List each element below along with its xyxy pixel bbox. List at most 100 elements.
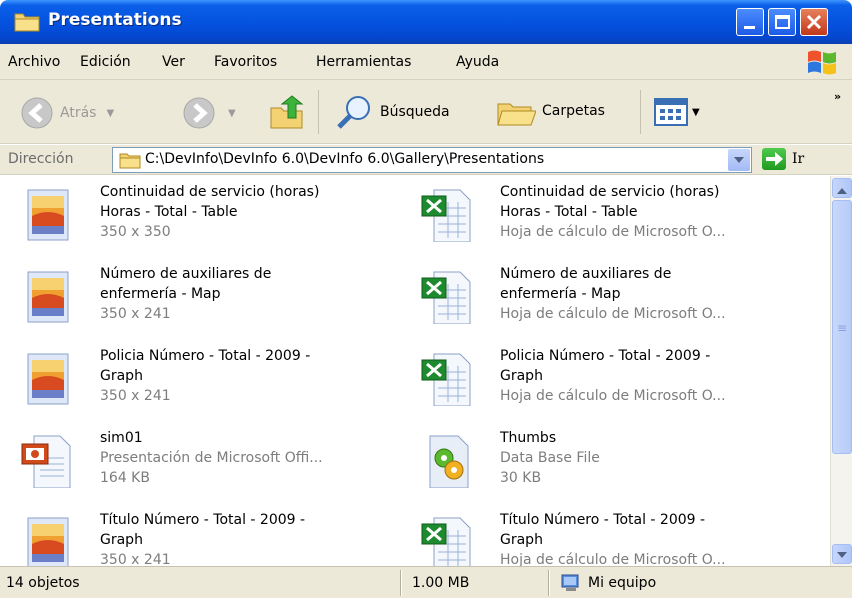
- file-name-line1: Policia Número - Total - 2009 -: [500, 348, 711, 364]
- folders-label: Carpetas: [542, 103, 605, 119]
- excel-icon: [421, 517, 471, 566]
- file-item[interactable]: Policia Número - Total - 2009 - Graph Ho…: [400, 340, 800, 420]
- file-item[interactable]: Número de auxiliares de enfermería - Map…: [0, 258, 400, 338]
- up-folder-button[interactable]: [268, 94, 306, 130]
- menu-ayuda[interactable]: Ayuda: [456, 54, 499, 70]
- file-name-line2: enfermería - Map: [500, 286, 621, 302]
- file-item[interactable]: Continuidad de servicio (horas) Horas - …: [0, 176, 400, 256]
- file-name-line1: Título Número - Total - 2009 -: [100, 512, 306, 528]
- database-icon: [429, 435, 469, 488]
- file-list: Continuidad de servicio (horas) Horas - …: [0, 176, 830, 566]
- file-item[interactable]: Título Número - Total - 2009 - Graph 350…: [0, 504, 400, 566]
- address-label: Dirección: [8, 151, 74, 167]
- views-button[interactable]: ▼: [654, 98, 700, 126]
- forward-dropdown-icon[interactable]: ▼: [228, 108, 236, 119]
- status-zone: Mi equipo: [588, 575, 657, 591]
- scroll-up-button[interactable]: [832, 178, 852, 198]
- status-size: 1.00 MB: [412, 575, 470, 591]
- address-dropdown-button[interactable]: [728, 149, 750, 171]
- file-name-line1: Policia Número - Total - 2009 -: [100, 348, 311, 364]
- back-button[interactable]: Atrás ▼: [20, 96, 114, 130]
- file-name-line2: Graph: [500, 368, 543, 384]
- back-label: Atrás: [60, 105, 97, 121]
- computer-icon: [561, 574, 579, 591]
- status-divider: [548, 570, 550, 596]
- views-grid-icon: [654, 98, 688, 126]
- file-item[interactable]: Título Número - Total - 2009 - Graph Hoj…: [400, 504, 800, 566]
- folders-button[interactable]: Carpetas: [496, 94, 605, 128]
- address-bar: Dirección C:\DevInfo\DevInfo 6.0\DevInfo…: [0, 145, 852, 175]
- close-icon: [806, 14, 822, 30]
- file-detail: Hoja de cálculo de Microsoft O...: [500, 224, 726, 240]
- file-name-line1: sim01: [100, 430, 143, 446]
- excel-icon: [421, 271, 471, 324]
- go-button[interactable]: [762, 148, 786, 170]
- file-name-line2: Graph: [500, 532, 543, 548]
- windows-logo-icon: [808, 50, 836, 75]
- maximize-button[interactable]: [768, 8, 796, 36]
- go-arrow-icon: [766, 152, 783, 166]
- file-detail: Hoja de cálculo de Microsoft O...: [500, 306, 726, 322]
- vertical-scrollbar[interactable]: [830, 176, 852, 566]
- image-icon: [27, 271, 69, 323]
- views-dropdown-icon[interactable]: ▼: [692, 107, 700, 118]
- search-label: Búsqueda: [380, 104, 450, 120]
- search-button[interactable]: Búsqueda: [334, 94, 450, 130]
- toolbar: Atrás ▼ ▼ Búsqueda Carpetas ▼ »: [0, 80, 852, 144]
- file-item[interactable]: Número de auxiliares de enfermería - Map…: [400, 258, 800, 338]
- image-icon: [27, 189, 69, 241]
- file-name-line1: Continuidad de servicio (horas): [100, 184, 320, 200]
- menu-favoritos[interactable]: Favoritos: [214, 54, 277, 70]
- file-name-line1: Continuidad de servicio (horas): [500, 184, 720, 200]
- file-type: Data Base File: [500, 450, 600, 466]
- toolbar-overflow-chevron[interactable]: »: [834, 90, 841, 103]
- file-name-line1: Número de auxiliares de: [100, 266, 272, 282]
- menu-archivo[interactable]: Archivo: [8, 54, 60, 70]
- status-bar: 14 objetos 1.00 MB Mi equipo: [0, 566, 852, 598]
- menu-herramientas[interactable]: Herramientas: [316, 54, 411, 70]
- image-icon: [27, 517, 69, 566]
- excel-icon: [421, 353, 471, 406]
- excel-icon: [421, 189, 471, 242]
- file-size: 30 KB: [500, 470, 542, 486]
- menu-edicion[interactable]: Edición: [80, 54, 131, 70]
- status-object-count: 14 objetos: [6, 575, 80, 591]
- title-bar[interactable]: Presentations: [0, 0, 852, 44]
- forward-arrow-icon: [183, 97, 215, 129]
- file-name-line2: Graph: [100, 368, 143, 384]
- folder-icon: [14, 13, 40, 32]
- file-item[interactable]: Thumbs Data Base File 30 KB: [400, 422, 800, 502]
- file-item[interactable]: sim01 Presentación de Microsoft Offi... …: [0, 422, 400, 502]
- search-icon: [337, 96, 370, 129]
- window-title: Presentations: [48, 10, 182, 30]
- file-detail: 350 x 241: [100, 552, 171, 566]
- close-button[interactable]: [800, 8, 828, 36]
- back-dropdown-icon[interactable]: ▼: [106, 108, 114, 119]
- menu-ver[interactable]: Ver: [162, 54, 185, 70]
- back-arrow-icon: [21, 97, 53, 129]
- scroll-down-button[interactable]: [832, 544, 852, 564]
- menu-bar: Archivo Edición Ver Favoritos Herramient…: [0, 44, 852, 80]
- file-name-line2: Horas - Total - Table: [100, 204, 238, 220]
- file-detail: 350 x 350: [100, 224, 171, 240]
- file-detail: 350 x 241: [100, 306, 171, 322]
- maximize-icon: [775, 15, 790, 29]
- minimize-button[interactable]: [736, 8, 764, 36]
- file-name-line1: Thumbs: [500, 430, 557, 446]
- address-field[interactable]: C:\DevInfo\DevInfo 6.0\DevInfo 6.0\Galle…: [112, 147, 752, 173]
- file-type: Presentación de Microsoft Offi...: [100, 450, 323, 466]
- minimize-icon: [744, 26, 755, 29]
- file-detail: Hoja de cálculo de Microsoft O...: [500, 388, 726, 404]
- status-divider: [400, 570, 402, 596]
- scroll-thumb[interactable]: [832, 200, 852, 454]
- address-path: C:\DevInfo\DevInfo 6.0\DevInfo 6.0\Galle…: [145, 151, 545, 167]
- folders-icon: [497, 103, 536, 126]
- toolbar-separator: [318, 90, 319, 134]
- file-name-line2: Graph: [100, 532, 143, 548]
- forward-button[interactable]: ▼: [182, 96, 236, 130]
- file-item[interactable]: Continuidad de servicio (horas) Horas - …: [400, 176, 800, 256]
- file-name-line2: Horas - Total - Table: [500, 204, 638, 220]
- file-detail: 350 x 241: [100, 388, 171, 404]
- file-item[interactable]: Policia Número - Total - 2009 - Graph 35…: [0, 340, 400, 420]
- go-label[interactable]: Ir: [792, 151, 804, 167]
